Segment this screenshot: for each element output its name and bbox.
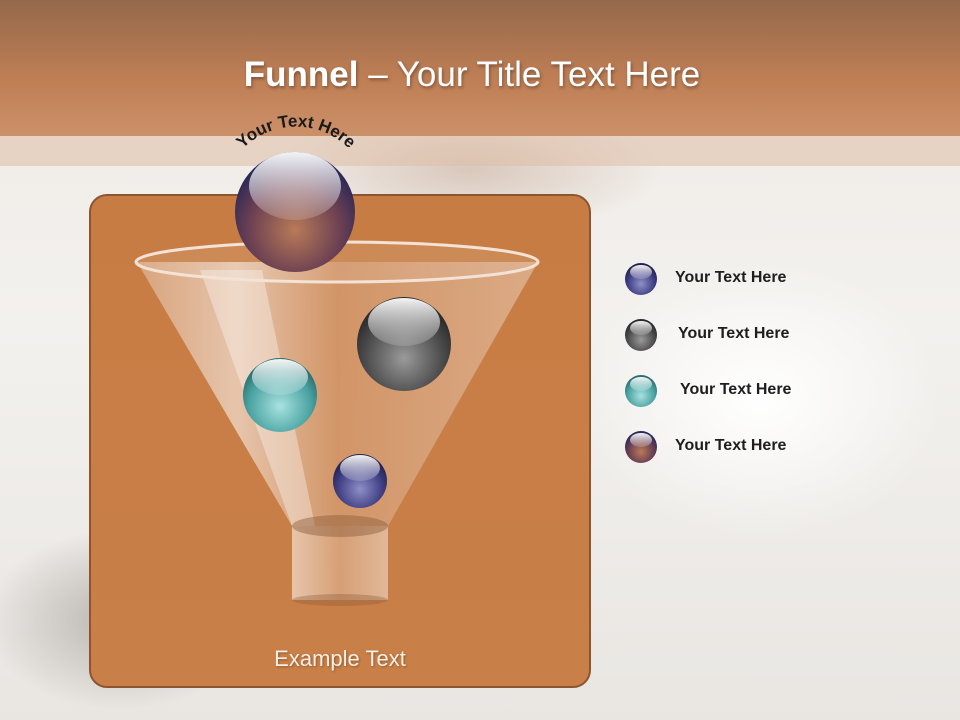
legend-ball-icon	[625, 319, 657, 351]
ball-blue	[333, 454, 387, 508]
panel-caption: Example Text	[274, 646, 406, 671]
funnel-spout-top	[292, 515, 388, 537]
ball-teal	[243, 358, 317, 432]
funnel-diagram: Your Text Here	[134, 112, 540, 606]
legend-label: Your Text Here	[675, 437, 787, 454]
ball-top	[235, 152, 355, 272]
funnel-spout-bottom	[292, 594, 388, 606]
arc-text: Your Text Here	[233, 112, 360, 152]
funnel-spout	[292, 526, 388, 600]
ball-grey	[357, 297, 451, 391]
legend-label: Your Text Here	[680, 381, 792, 398]
legend-label: Your Text Here	[675, 269, 787, 286]
legend-ball-icon	[625, 375, 657, 407]
legend-label: Your Text Here	[678, 325, 790, 342]
legend-ball-icon	[625, 263, 657, 295]
legend-ball-icon	[625, 431, 657, 463]
